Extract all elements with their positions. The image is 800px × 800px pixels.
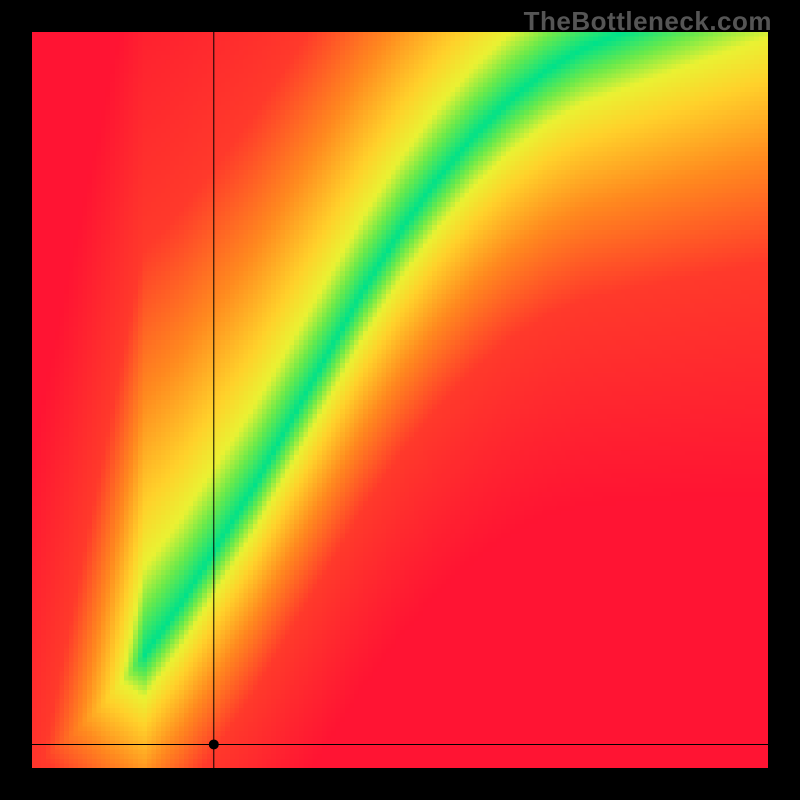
heatmap-canvas	[32, 32, 768, 768]
chart-frame: TheBottleneck.com	[0, 0, 800, 800]
